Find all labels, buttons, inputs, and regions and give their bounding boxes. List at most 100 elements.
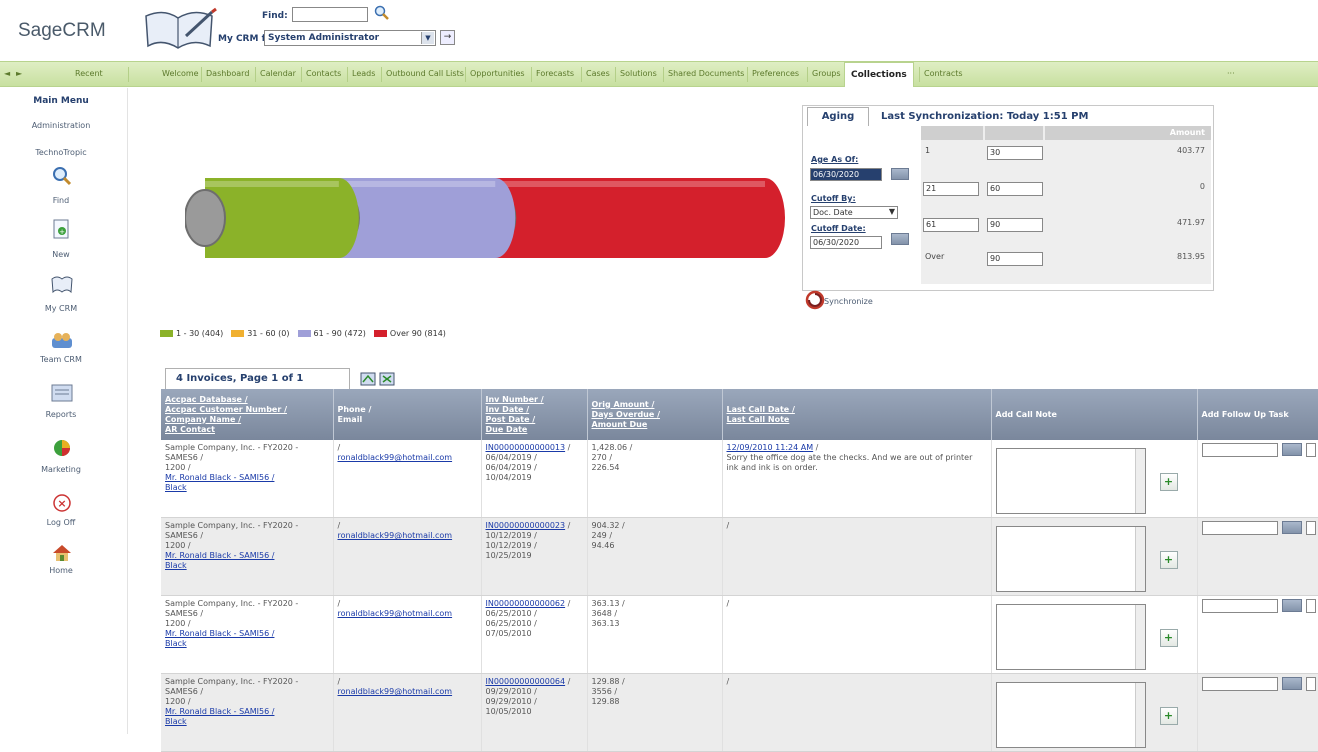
contact-link[interactable]: Black: [165, 561, 187, 570]
reports-icon[interactable]: [51, 383, 73, 403]
tab-contacts[interactable]: Contacts: [306, 69, 341, 78]
follow-up-time-input[interactable]: [1305, 443, 1316, 457]
synchronize-link[interactable]: Synchronize: [824, 297, 873, 306]
scrollbar[interactable]: [1134, 605, 1145, 669]
follow-up-date-input[interactable]: [1201, 443, 1278, 457]
sidebar-link-technotropic[interactable]: TechnoTropic: [0, 148, 122, 157]
calendar-icon[interactable]: [1281, 599, 1302, 612]
forward-arrow-icon[interactable]: ►: [16, 69, 22, 78]
invoice-link[interactable]: IN00000000000062: [486, 599, 566, 608]
invoice-link[interactable]: IN00000000000064: [486, 677, 566, 686]
contact-link[interactable]: Mr. Ronald Black - SAMI56 /: [165, 551, 274, 560]
call-note-textarea[interactable]: [995, 448, 1146, 514]
call-note-textarea[interactable]: [995, 604, 1146, 670]
column-header-amount[interactable]: Orig Amount / Days Overdue / Amount Due: [587, 389, 723, 440]
tab-preferences[interactable]: Preferences: [752, 69, 799, 78]
calendar-icon[interactable]: [1281, 677, 1302, 690]
bucket-to-input[interactable]: 90: [987, 218, 1043, 232]
calendar-icon[interactable]: [891, 168, 909, 180]
tab-solutions[interactable]: Solutions: [620, 69, 657, 78]
sidebar-item-find[interactable]: Find: [0, 196, 122, 205]
invoice-link[interactable]: IN00000000000023: [486, 521, 566, 530]
column-header-phone[interactable]: Phone / Email: [333, 389, 482, 440]
new-icon[interactable]: +: [51, 219, 73, 239]
sidebar-item-home[interactable]: Home: [0, 566, 122, 575]
sidebar-item-log-off[interactable]: Log Off: [0, 518, 122, 527]
log-off-icon[interactable]: ×: [51, 493, 73, 513]
sidebar-link-administration[interactable]: Administration: [0, 121, 122, 130]
cutoff-date-input[interactable]: 06/30/2020: [810, 236, 882, 249]
tab-outbound-call-lists[interactable]: Outbound Call Lists: [386, 69, 464, 78]
tab-recent[interactable]: Recent: [75, 69, 103, 78]
sidebar-item-my-crm[interactable]: My CRM: [0, 304, 122, 313]
contact-link[interactable]: Mr. Ronald Black - SAMI56 /: [165, 629, 274, 638]
more-tabs-icon[interactable]: ···: [1227, 69, 1235, 78]
contact-link[interactable]: Mr. Ronald Black - SAMI56 /: [165, 473, 274, 482]
contact-link[interactable]: Black: [165, 483, 187, 492]
bucket-to-input[interactable]: 30: [987, 146, 1043, 160]
scrollbar[interactable]: [1134, 527, 1145, 591]
tab-collections[interactable]: Collections: [844, 62, 914, 87]
tab-welcome[interactable]: Welcome: [162, 69, 199, 78]
calendar-icon[interactable]: [1281, 443, 1302, 456]
add-note-button[interactable]: +: [1159, 473, 1178, 491]
tab-shared-documents[interactable]: Shared Documents: [668, 69, 744, 78]
my-crm-icon[interactable]: [51, 274, 73, 294]
follow-up-date-input[interactable]: [1201, 599, 1278, 613]
find-icon[interactable]: [51, 166, 73, 186]
print-icon[interactable]: [379, 372, 395, 386]
tab-calendar[interactable]: Calendar: [260, 69, 296, 78]
add-note-button[interactable]: +: [1159, 629, 1178, 647]
home-icon[interactable]: [51, 543, 73, 563]
back-arrow-icon[interactable]: ◄: [4, 69, 10, 78]
tab-leads[interactable]: Leads: [352, 69, 375, 78]
follow-up-date-input[interactable]: [1201, 521, 1278, 535]
email-link[interactable]: ronaldblack99@hotmail.com: [338, 687, 453, 696]
call-note-textarea[interactable]: [995, 682, 1146, 748]
synchronize-icon[interactable]: [805, 290, 825, 310]
add-note-button[interactable]: +: [1159, 707, 1178, 725]
column-header-company[interactable]: Accpac Database / Accpac Customer Number …: [161, 389, 334, 440]
column-header-last-call[interactable]: Last Call Date / Last Call Note: [722, 389, 992, 440]
call-note-textarea[interactable]: [995, 526, 1146, 592]
tab-opportunities[interactable]: Opportunities: [470, 69, 525, 78]
export-icon[interactable]: [360, 372, 376, 386]
sidebar-item-new[interactable]: New: [0, 250, 122, 259]
email-link[interactable]: ronaldblack99@hotmail.com: [338, 453, 453, 462]
sidebar-item-team-crm[interactable]: Team CRM: [0, 355, 122, 364]
sidebar-item-marketing[interactable]: Marketing: [0, 465, 122, 474]
column-header-invoice[interactable]: Inv Number / Inv Date / Post Date / Due Dat…: [481, 389, 588, 440]
marketing-icon[interactable]: [51, 438, 73, 458]
bucket-to-input[interactable]: 90: [987, 252, 1043, 266]
follow-up-time-input[interactable]: [1305, 521, 1316, 535]
follow-up-date-input[interactable]: [1201, 677, 1278, 691]
tab-groups[interactable]: Groups: [812, 69, 841, 78]
email-link[interactable]: ronaldblack99@hotmail.com: [338, 609, 453, 618]
last-call-link[interactable]: 12/09/2010 11:24 AM: [727, 443, 814, 452]
contact-link[interactable]: Black: [165, 639, 187, 648]
team-crm-icon[interactable]: [51, 330, 73, 350]
cutoff-by-select[interactable]: Doc. Date ▼: [810, 206, 898, 219]
mycrm-select[interactable]: System Administrator ▼: [264, 30, 436, 46]
age-as-of-input[interactable]: 06/30/2020: [810, 168, 882, 181]
scrollbar[interactable]: [1134, 449, 1145, 513]
tab-forecasts[interactable]: Forecasts: [536, 69, 574, 78]
search-icon[interactable]: [374, 5, 390, 21]
scrollbar[interactable]: [1134, 683, 1145, 747]
tab-aging[interactable]: Aging: [807, 107, 869, 126]
bucket-to-input[interactable]: 60: [987, 182, 1043, 196]
find-input[interactable]: [292, 7, 368, 22]
go-button[interactable]: →: [440, 30, 455, 45]
add-note-button[interactable]: +: [1159, 551, 1178, 569]
contact-link[interactable]: Black: [165, 717, 187, 726]
tab-dashboard[interactable]: Dashboard: [206, 69, 249, 78]
tab-contracts[interactable]: Contracts: [924, 69, 963, 78]
calendar-icon[interactable]: [891, 233, 909, 245]
bucket-from-input[interactable]: 21: [923, 182, 979, 196]
contact-link[interactable]: Mr. Ronald Black - SAMI56 /: [165, 707, 274, 716]
tab-invoices[interactable]: 4 Invoices, Page 1 of 1: [165, 368, 350, 389]
email-link[interactable]: ronaldblack99@hotmail.com: [338, 531, 453, 540]
follow-up-time-input[interactable]: [1305, 599, 1316, 613]
invoice-link[interactable]: IN00000000000013: [486, 443, 566, 452]
tab-cases[interactable]: Cases: [586, 69, 610, 78]
